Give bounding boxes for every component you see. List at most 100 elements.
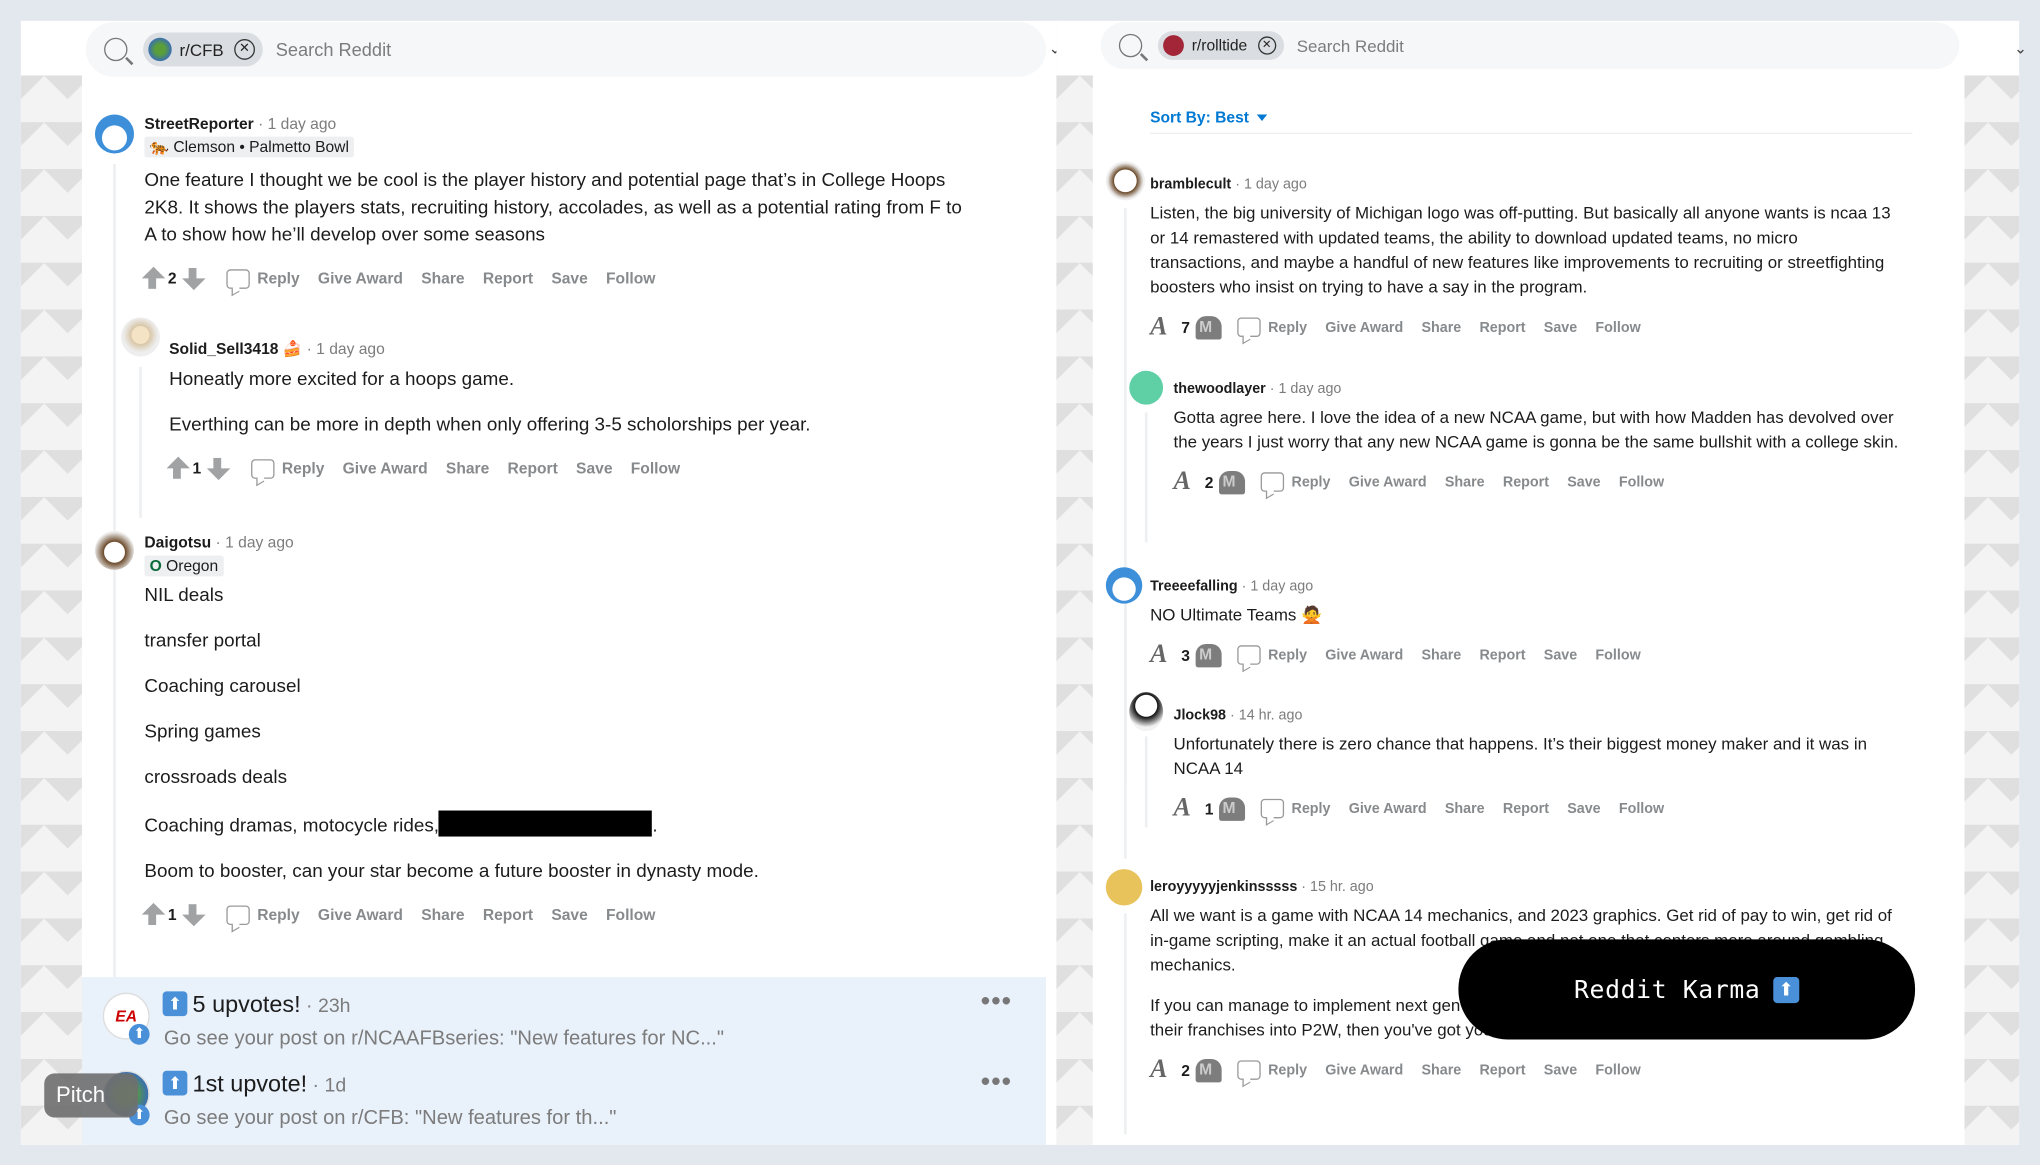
comment-icon[interactable] — [225, 904, 250, 925]
report-button[interactable]: Report — [1503, 474, 1549, 490]
save-button[interactable]: Save — [551, 905, 587, 923]
comment-icon[interactable] — [1260, 798, 1284, 819]
upvote-icon[interactable] — [139, 902, 166, 928]
comment-icon[interactable] — [1236, 1060, 1261, 1080]
avatar[interactable] — [1105, 161, 1145, 201]
downvote-icon[interactable] — [204, 455, 230, 481]
share-button[interactable]: Share — [421, 905, 464, 923]
downvote-icon[interactable] — [179, 265, 206, 291]
comment-icon[interactable] — [225, 268, 250, 289]
username[interactable]: bramblecult — [1150, 177, 1231, 193]
reply-button[interactable]: Reply — [282, 459, 325, 477]
upvote-icon[interactable]: A — [1150, 312, 1179, 342]
comment-icon[interactable] — [1236, 645, 1261, 665]
follow-button[interactable]: Follow — [1595, 319, 1640, 335]
report-button[interactable]: Report — [508, 459, 558, 477]
sort-dropdown[interactable]: Sort By: Best — [1150, 108, 1268, 126]
notification-item[interactable]: EA ⬆ ⬆ 5 upvotes! · 23h Go see your post … — [82, 977, 1046, 1055]
save-button[interactable]: Save — [1567, 474, 1600, 490]
avatar[interactable] — [1129, 692, 1164, 732]
save-button[interactable]: Save — [1567, 801, 1600, 817]
report-button[interactable]: Report — [483, 269, 533, 287]
reply-button[interactable]: Reply — [1268, 319, 1307, 335]
timestamp[interactable]: 1 day ago — [1250, 579, 1313, 595]
follow-button[interactable]: Follow — [1619, 474, 1664, 490]
search-input[interactable] — [275, 39, 615, 60]
upvote-icon[interactable]: A — [1150, 640, 1179, 670]
username[interactable]: leroyyyyyjenkinsssss — [1150, 879, 1297, 895]
share-button[interactable]: Share — [1421, 1062, 1461, 1078]
downvote-icon[interactable] — [179, 902, 206, 928]
chevron-down-icon[interactable]: ⌄ — [2014, 39, 2027, 57]
timestamp[interactable]: 15 hr. ago — [1310, 879, 1374, 895]
share-button[interactable]: Share — [421, 269, 464, 287]
report-button[interactable]: Report — [1479, 1062, 1525, 1078]
upvote-icon[interactable]: A — [1150, 1055, 1179, 1085]
report-button[interactable]: Report — [1503, 801, 1549, 817]
give-award-button[interactable]: Give Award — [318, 905, 403, 923]
give-award-button[interactable]: Give Award — [318, 269, 403, 287]
upvote-icon[interactable] — [139, 265, 166, 291]
reply-button[interactable]: Reply — [257, 905, 300, 923]
upvote-icon[interactable]: A — [1174, 467, 1203, 497]
thread-line[interactable] — [113, 163, 116, 997]
subreddit-chip[interactable]: r/CFB ✕ — [143, 32, 263, 67]
username[interactable]: Daigotsu — [144, 533, 211, 551]
give-award-button[interactable]: Give Award — [343, 459, 428, 477]
save-button[interactable]: Save — [1544, 647, 1577, 663]
subreddit-chip[interactable]: r/rolltide ✕ — [1157, 31, 1284, 60]
left-search-bar[interactable]: r/CFB ✕ — [85, 22, 1047, 77]
share-button[interactable]: Share — [1445, 801, 1485, 817]
thread-line[interactable] — [139, 366, 142, 518]
close-icon[interactable]: ✕ — [234, 39, 255, 60]
downvote-icon[interactable] — [1195, 315, 1222, 339]
comment-icon[interactable] — [1236, 317, 1261, 337]
reply-button[interactable]: Reply — [1268, 647, 1307, 663]
search-input[interactable] — [1296, 35, 1635, 56]
avatar[interactable] — [120, 317, 161, 357]
right-search-bar[interactable]: r/rolltide ✕ — [1100, 22, 1960, 69]
save-button[interactable]: Save — [1544, 1062, 1577, 1078]
downvote-icon[interactable] — [1195, 643, 1222, 667]
save-button[interactable]: Save — [551, 269, 587, 287]
username[interactable]: Solid_Sell3418 — [169, 340, 278, 358]
reply-button[interactable]: Reply — [257, 269, 300, 287]
share-button[interactable]: Share — [1421, 647, 1461, 663]
follow-button[interactable]: Follow — [606, 269, 655, 287]
share-button[interactable]: Share — [1445, 474, 1485, 490]
notification-item[interactable]: ⬆ ⬆ 1st upvote! · 1d Go see your post on … — [82, 1058, 1046, 1136]
upvote-icon[interactable] — [164, 455, 190, 481]
avatar[interactable] — [94, 114, 135, 154]
timestamp[interactable]: 14 hr. ago — [1239, 708, 1303, 724]
follow-button[interactable]: Follow — [631, 459, 680, 477]
timestamp[interactable]: 1 day ago — [268, 114, 337, 132]
thread-line[interactable] — [1124, 611, 1127, 859]
pitch-badge[interactable]: Pitch — [44, 1073, 138, 1118]
downvote-icon[interactable] — [1218, 796, 1245, 821]
report-button[interactable]: Report — [483, 905, 533, 923]
thread-line[interactable] — [1124, 913, 1127, 1135]
upvote-icon[interactable]: A — [1174, 794, 1203, 824]
reply-button[interactable]: Reply — [1268, 1062, 1307, 1078]
username[interactable]: thewoodlayer — [1174, 381, 1266, 397]
save-button[interactable]: Save — [1544, 319, 1577, 335]
follow-button[interactable]: Follow — [1595, 647, 1640, 663]
downvote-icon[interactable] — [1195, 1058, 1222, 1082]
close-icon[interactable]: ✕ — [1257, 36, 1276, 55]
give-award-button[interactable]: Give Award — [1349, 474, 1427, 490]
share-button[interactable]: Share — [1421, 319, 1461, 335]
timestamp[interactable]: 1 day ago — [225, 533, 294, 551]
avatar[interactable] — [1105, 567, 1143, 604]
give-award-button[interactable]: Give Award — [1325, 647, 1403, 663]
comment-icon[interactable] — [250, 458, 275, 479]
follow-button[interactable]: Follow — [1595, 1062, 1640, 1078]
avatar[interactable] — [1105, 869, 1143, 906]
reply-button[interactable]: Reply — [1291, 801, 1330, 817]
share-button[interactable]: Share — [446, 459, 489, 477]
downvote-icon[interactable] — [1218, 470, 1245, 494]
avatar[interactable] — [1129, 370, 1164, 405]
timestamp[interactable]: 1 day ago — [1244, 177, 1307, 193]
comment-icon[interactable] — [1260, 472, 1284, 492]
username[interactable]: StreetReporter — [144, 114, 253, 132]
follow-button[interactable]: Follow — [1619, 801, 1664, 817]
